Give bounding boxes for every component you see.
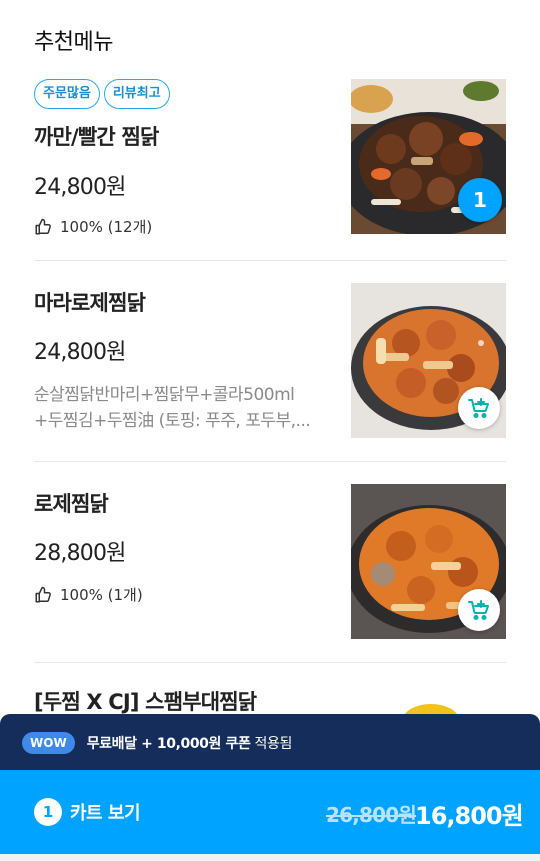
description-line: 순살찜닭반마리+찜닭무+콜라500ml [34, 385, 295, 405]
wow-benefit-text: 무료배달 + 10,000원 쿠폰 적용됨 [86, 733, 293, 753]
tag-best-review: 리뷰최고 [103, 79, 170, 109]
view-cart-button[interactable]: 1 카트 보기 26,800원 16,800원 [0, 770, 540, 854]
menu-item-price: 24,800원 [34, 340, 126, 365]
rating-text: 100% (1개) [60, 586, 143, 604]
bottom-strip [0, 854, 540, 861]
divider [34, 461, 506, 462]
original-price: 26,800원 [326, 803, 417, 827]
menu-item-description: 순살찜닭반마리+찜닭무+콜라500ml +두찜김+두찜油 (토핑: 푸주, 포두… [34, 382, 329, 434]
wow-benefit-bar: WOW 무료배달 + 10,000원 쿠폰 적용됨 [0, 714, 540, 772]
menu-item-name: 마라로제찜닭 [34, 291, 146, 315]
thumbs-up-icon [35, 218, 51, 234]
menu-item-name: [두찜 X CJ] 스팸부대찜닭 [34, 690, 257, 714]
view-cart-label: 카트 보기 [70, 803, 141, 824]
description-line: +두찜김+두찜油 (토핑: 푸주, 포두부,... [34, 411, 311, 431]
tag-list: 주문많음 리뷰최고 [34, 79, 170, 109]
menu-item-name: 까만/빨간 찜닭 [34, 125, 159, 149]
wow-benefit-applied: 적용됨 [250, 736, 292, 752]
rating-text: 100% (12개) [60, 218, 153, 236]
add-to-cart-button[interactable] [458, 387, 500, 429]
menu-item-rating: 100% (1개) [34, 584, 143, 605]
final-price: 16,800원 [415, 802, 524, 830]
cart-count-badge: 1 [34, 798, 62, 826]
add-to-cart-icon [468, 398, 489, 418]
wow-badge: WOW [22, 732, 75, 754]
thumbs-up-icon [35, 586, 51, 602]
menu-item[interactable]: 로제찜닭 28,800원 100% (1개) [34, 484, 506, 640]
wow-benefit-main: 무료배달 + 10,000원 쿠폰 [86, 736, 251, 752]
menu-item-price: 24,800원 [34, 175, 126, 200]
add-to-cart-button[interactable] [458, 589, 500, 631]
cart-quantity-badge[interactable]: 1 [458, 178, 502, 222]
section-title: 추천메뉴 [34, 30, 113, 55]
add-to-cart-icon [468, 600, 489, 620]
tag-popular: 주문많음 [34, 79, 100, 109]
menu-item-rating: 100% (12개) [34, 216, 152, 237]
menu-item-price: 28,800원 [34, 541, 126, 566]
menu-item[interactable]: 주문많음 리뷰최고 까만/빨간 찜닭 24,800원 100% (12개) 1 [34, 79, 506, 237]
menu-item[interactable]: 마라로제찜닭 24,800원 순살찜닭반마리+찜닭무+콜라500ml +두찜김+… [34, 283, 506, 439]
divider [34, 662, 506, 663]
menu-item-name: 로제찜닭 [34, 492, 109, 516]
divider [34, 260, 506, 261]
